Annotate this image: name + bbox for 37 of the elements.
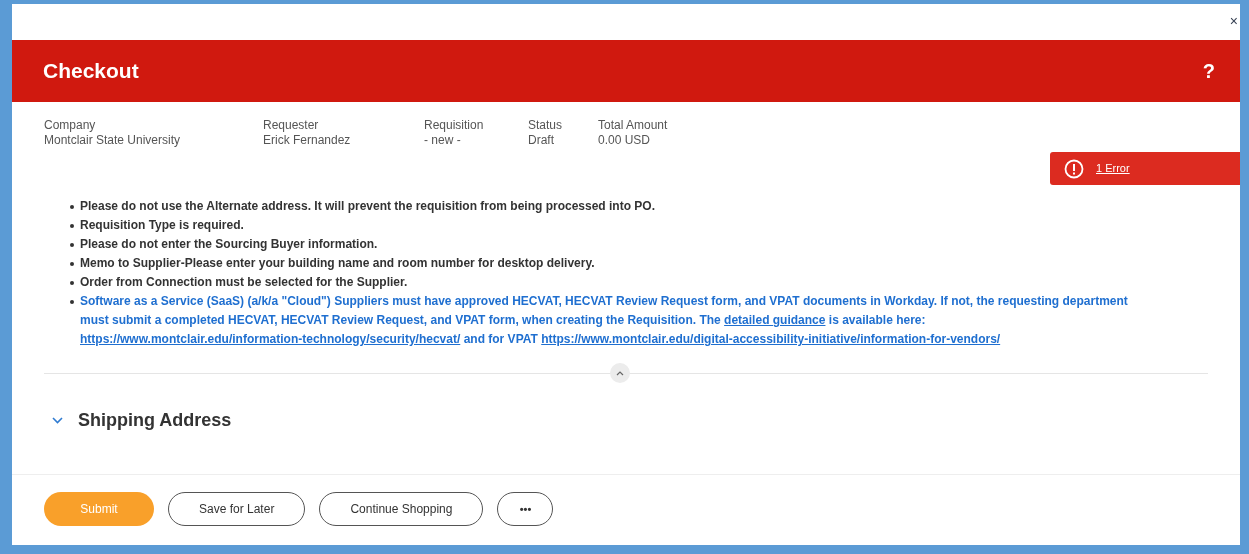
section-title: Shipping Address — [78, 409, 232, 432]
help-button[interactable]: ? — [1202, 56, 1215, 86]
note-text: Memo to Supplier-Please enter your building name and room number for desktop delivery. — [80, 255, 595, 272]
note-text: Order from Connection must be selected for the Supplier. — [80, 274, 408, 291]
link[interactable]: https://www.montclair.edu/information-technology/security/hecvat/ — [80, 332, 461, 346]
bullet-icon — [70, 243, 74, 247]
note-text: Requisition Type is required. — [80, 217, 244, 234]
note-text: Software as a Service (SaaS) (a/k/a "Cloud") Suppliers must have approved HECVAT, HECVAT Review Request form, and VPAT documents in Workday. If not, the requesting department must submit a completed HECVAT, HECVAT Review Request, and VPAT form, when creating the Requisition. The detailed guidance is available here: https://www.montclair.edu/information-technology/security/hecvat/ and for VPAT https://www.montclair.edu/digital-accessibility-initiative/information-for-vendors/ — [80, 293, 1128, 348]
field-value: 0.00 USD — [598, 133, 651, 148]
field-label: Status — [528, 118, 563, 133]
chevron-down-icon — [51, 417, 63, 424]
note-text: Please do not enter the Sourcing Buyer information. — [80, 236, 378, 253]
warning-icon — [1064, 158, 1084, 179]
field-value: Draft — [528, 133, 554, 148]
bullet-icon — [70, 224, 74, 228]
page-title: Checkout — [43, 58, 139, 85]
action-button[interactable]: Save for Later — [168, 492, 306, 526]
field-label: Total Amount — [598, 118, 668, 133]
action-button[interactable]: Continue Shopping — [319, 492, 484, 526]
field-value: Erick Fernandez — [263, 133, 351, 148]
field-label: Company — [44, 118, 96, 133]
note-text: Please do not use the Alternate address. It will prevent the requisition from being processed into PO. — [80, 198, 655, 215]
chevron-up-icon — [616, 370, 624, 376]
error-badge[interactable]: 1 Error — [1050, 152, 1240, 185]
field-value: - new - — [424, 133, 461, 148]
link[interactable]: detailed guidance — [724, 313, 826, 327]
error-link[interactable]: 1 Error — [1096, 160, 1130, 177]
field-label: Requisition — [424, 118, 484, 133]
more-button[interactable]: ••• — [497, 492, 554, 526]
bullet-icon — [70, 300, 74, 304]
bullet-icon — [70, 262, 74, 266]
link[interactable]: https://www.montclair.edu/digital-accessibility-initiative/information-for-vendors/ — [541, 332, 1001, 346]
field-label: Requester — [263, 118, 319, 133]
close-button[interactable]: × — [1229, 14, 1238, 28]
field-value: Montclair State University — [44, 133, 181, 148]
bullet-icon — [70, 205, 74, 209]
bullet-icon — [70, 281, 74, 285]
